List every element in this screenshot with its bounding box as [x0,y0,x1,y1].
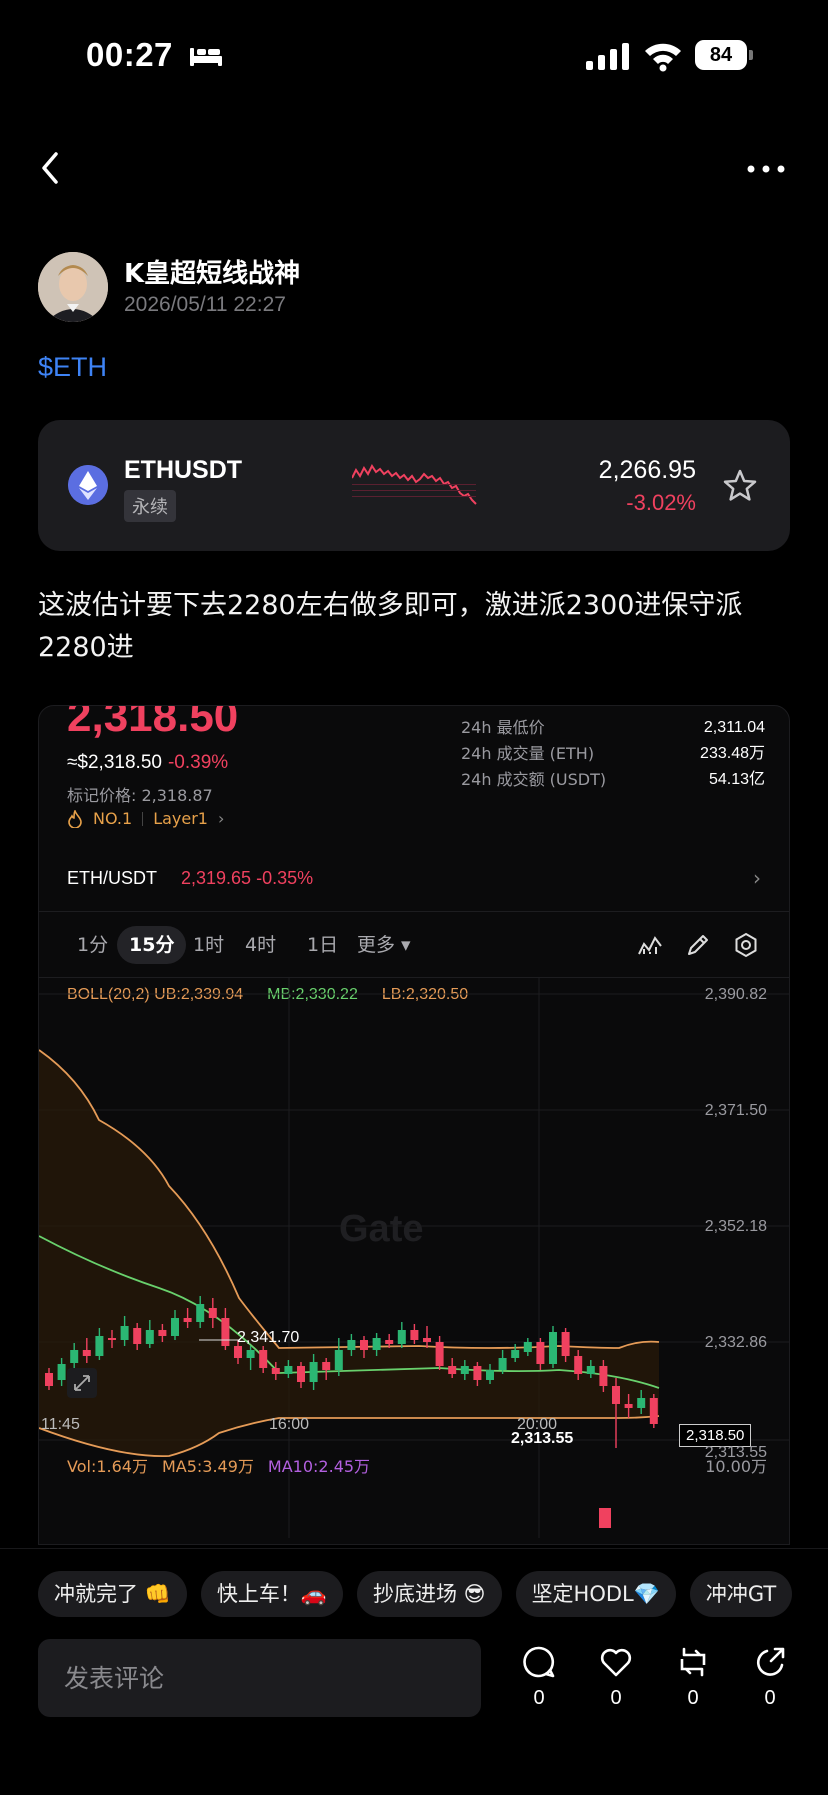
quick-reply-chip[interactable]: 冲冲GT [689,1571,793,1617]
ticker-pair: ETHUSDT [124,456,243,484]
repost-count: 0 [687,1687,699,1709]
shot-big-price: 2,318.50 [67,705,239,741]
signal-icon [586,43,629,70]
comment-icon [523,1646,555,1678]
time-tick: 11:45 [41,1416,80,1433]
shot-usd-line: ≈$2,318.50 -0.39% [67,752,228,774]
post-date: 2026/05/11 22:27 [124,293,286,316]
stat-row: 24h 最低价 2,311.04 [461,715,765,741]
time-tick: 16:00 [269,1416,310,1433]
status-bar: 00:27 84 [0,0,828,110]
shot-pair-change: -0.35% [256,868,314,888]
shot-rank-row: NO.1 Layer1 › [67,809,224,828]
price-tick: 2,390.82 [704,986,767,1003]
indicator-icon [638,936,662,955]
price-sparkline [352,464,477,505]
price-tick: 2,371.50 [704,1102,767,1119]
share-button[interactable]: 0 [748,1645,792,1710]
stat-label: 24h 成交量 (ETH) [461,744,595,763]
vol-value: Vol:1.64万 [67,1457,148,1476]
ticker-price: 2,266.95 [598,456,696,484]
chevron-right-icon: › [753,866,761,890]
comment-box[interactable] [38,1639,481,1717]
tab-1d: 1日 [307,934,339,956]
avatar[interactable] [38,252,108,322]
comment-button[interactable]: 0 [517,1645,561,1710]
shot-stats: 24h 最低价 2,311.04 24h 成交量 (ETH) 233.48万 24h… [461,715,765,793]
shot-pair-price: 2,319.65 [181,868,252,888]
shot-pair-row: ETH/USDT 2,319.65 -0.35% › [39,854,789,912]
shot-usd-change: -0.39% [167,752,229,773]
status-time: 00:27 [86,36,173,73]
quick-reply-chip[interactable]: 快上车！🚗 [200,1571,343,1617]
stat-value: 233.48万 [700,745,765,762]
embedded-chart-image[interactable]: 2,318.50 ≈$2,318.50 -0.39% 标记价格: 2,318.87… [38,705,790,1545]
shot-category: Layer1 [153,809,208,828]
tab-15m: 15分 [117,926,187,964]
share-count: 0 [764,1687,776,1709]
ticker-change: -3.02% [626,490,696,515]
ticker-type-badge: 永续 [124,490,176,522]
repost-icon [680,1647,706,1677]
favorite-star-icon[interactable] [722,468,758,504]
coin-tag-link[interactable]: $ETH [38,352,107,383]
shot-usd-price: ≈$2,318.50 [67,752,162,773]
avatar-image [38,252,108,322]
like-button[interactable]: 0 [594,1645,638,1710]
candlestick-chart: Gate BOLL(20,2) UB:2,339.94 MB:2,330.22 … [39,978,789,1544]
wifi-icon [645,43,681,72]
comment-count: 0 [533,1687,545,1709]
tab-more-label: 更多 [357,934,396,956]
quick-reply-chip[interactable]: 冲就完了 👊 [38,1571,187,1617]
more-options-icon[interactable] [746,164,786,174]
share-icon [757,1647,785,1676]
stat-row: 24h 成交量 (ETH) 233.48万 [461,741,765,767]
tab-1h: 1时 [193,934,225,956]
repost-button[interactable]: 0 [671,1645,715,1710]
stat-label: 24h 成交额 (USDT) [461,770,607,789]
quick-reply-chips: 冲就完了 👊 快上车！🚗 抄底进场 😎 坚定HODL💎 冲冲GT [38,1571,828,1619]
chevron-right-icon: › [217,809,225,828]
volume-legend: Vol:1.64万 MA5:3.49万 MA10:2.45万 [67,1453,370,1477]
vol-ma5: MA5:3.49万 [161,1457,254,1476]
flame-icon [68,809,82,828]
bottom-bar: 冲就完了 👊 快上车！🚗 抄底进场 😎 坚定HODL💎 冲冲GT 0 0 0 0 [0,1548,828,1795]
like-icon [600,1648,632,1677]
price-tick: 2,352.18 [704,1218,767,1235]
time-tick: 20:00 [517,1416,558,1433]
back-icon[interactable] [38,150,62,186]
battery-tip [749,50,753,60]
tab-4h: 4时 [245,934,277,956]
shot-pair-quote: 2,319.65 -0.35% [181,868,313,889]
comment-input[interactable] [38,1639,481,1717]
stat-value: 2,311.04 [703,719,765,736]
vol-max: 10.00万 [705,1457,767,1476]
stat-label: 24h 最低价 [461,718,545,737]
price-tick: 2,332.86 [704,1334,767,1351]
quick-reply-chip[interactable]: 抄底进场 😎 [356,1571,502,1617]
draw-pen-icon [688,935,708,955]
sleep-focus-icon [190,48,222,66]
shot-rank: NO.1 [93,809,133,828]
divider [142,811,144,826]
quick-reply-chip[interactable]: 坚定HODL💎 [515,1571,676,1617]
ethereum-logo-icon [68,465,108,505]
shot-pair: ETH/USDT [67,868,157,888]
like-count: 0 [610,1687,622,1709]
battery-level: 84 [695,40,747,70]
tab-1m: 1分 [77,934,109,956]
settings-icon [735,932,757,958]
post-body: 这波估计要下去2280左右做多即可，激进派2300进保守派2280进 [38,590,743,663]
stat-value: 54.13亿 [708,771,765,788]
ticker-card[interactable]: ETHUSDT 永续 2,266.95 -3.02% [38,420,790,551]
battery-indicator: 84 [695,40,753,70]
volume-bar [599,1508,611,1528]
tab-more: 更多 ▾ [357,934,411,956]
stat-row: 24h 成交额 (USDT) 54.13亿 [461,767,765,793]
shot-timeframe-row: 1分 15分 1时 4时 1日 更多 ▾ [39,912,789,978]
time-axis: 11:45 16:00 20:00 [39,1416,789,1440]
author-name[interactable]: K皇超短线战神 [124,253,300,290]
shot-mark-price: 标记价格: 2,318.87 [67,786,213,805]
vol-ma10: MA10:2.45万 [267,1457,371,1476]
